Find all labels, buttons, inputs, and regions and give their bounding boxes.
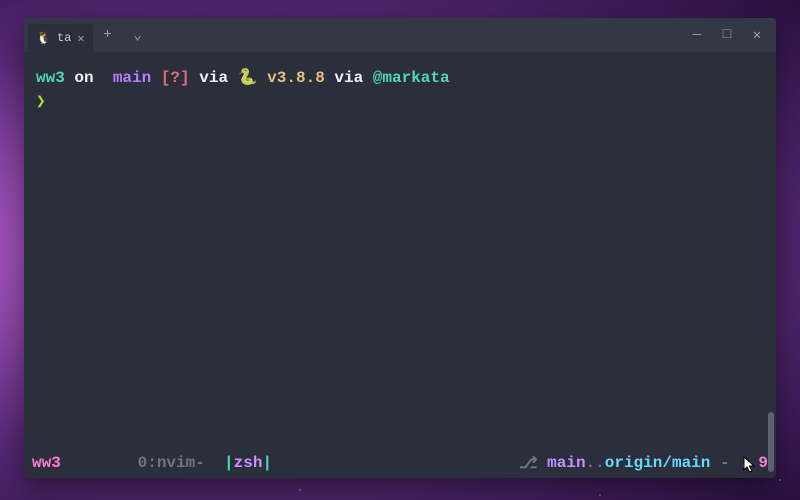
status-remote-branch: origin/main: [605, 454, 711, 472]
git-icon: ⎇: [519, 453, 537, 473]
prompt-service: @markata: [373, 69, 450, 87]
terminal-window: 🐧 ta ✕ + ⌄ — □ ✕ ww3 on main [?] via 🐍 v…: [24, 18, 776, 478]
prompt-cursor-line: ❯: [36, 90, 764, 114]
status-shell: zsh: [234, 454, 263, 472]
prompt-cursor: ❯: [36, 93, 46, 111]
tab-dropdown-button[interactable]: ⌄: [123, 20, 153, 50]
status-session: ww3: [32, 454, 61, 472]
tab-title: ta: [57, 31, 71, 45]
status-dot: .: [739, 454, 749, 472]
python-version: v3.8.8: [258, 69, 335, 87]
new-tab-button[interactable]: +: [93, 20, 123, 50]
status-sep2: |: [262, 454, 272, 472]
status-sep: |: [205, 454, 234, 472]
tab-active[interactable]: 🐧 ta ✕: [28, 24, 93, 52]
scrollbar[interactable]: [768, 54, 774, 472]
prompt-via1: via: [190, 69, 238, 87]
prompt-via2: via: [334, 69, 372, 87]
status-local-branch: main: [538, 454, 586, 472]
penguin-icon: 🐧: [36, 31, 51, 46]
status-right: ⎇ main .. origin/main - . 9: [519, 453, 768, 473]
minimize-button[interactable]: —: [682, 20, 712, 50]
status-dots: ..: [586, 454, 605, 472]
terminal-body[interactable]: ww3 on main [?] via 🐍 v3.8.8 via @markat…: [24, 52, 776, 452]
tmux-status-bar: ww3 0:nvim- | zsh | ⎇ main .. origin/mai…: [24, 452, 776, 478]
python-icon: 🐍: [238, 69, 258, 87]
prompt-dir: ww3: [36, 69, 65, 87]
status-count: 9: [749, 454, 768, 472]
status-dash: -: [710, 454, 739, 472]
titlebar: 🐧 ta ✕ + ⌄ — □ ✕: [24, 18, 776, 52]
window-close-button[interactable]: ✕: [742, 20, 772, 50]
prompt-line: ww3 on main [?] via 🐍 v3.8.8 via @markat…: [36, 66, 764, 90]
maximize-button[interactable]: □: [712, 20, 742, 50]
status-window-0: 0:nvim-: [138, 454, 205, 472]
prompt-on: on: [65, 69, 103, 87]
git-branch: main: [103, 69, 161, 87]
scrollbar-thumb[interactable]: [768, 412, 774, 472]
git-status: [?]: [161, 69, 190, 87]
tab-close-icon[interactable]: ✕: [77, 31, 84, 46]
